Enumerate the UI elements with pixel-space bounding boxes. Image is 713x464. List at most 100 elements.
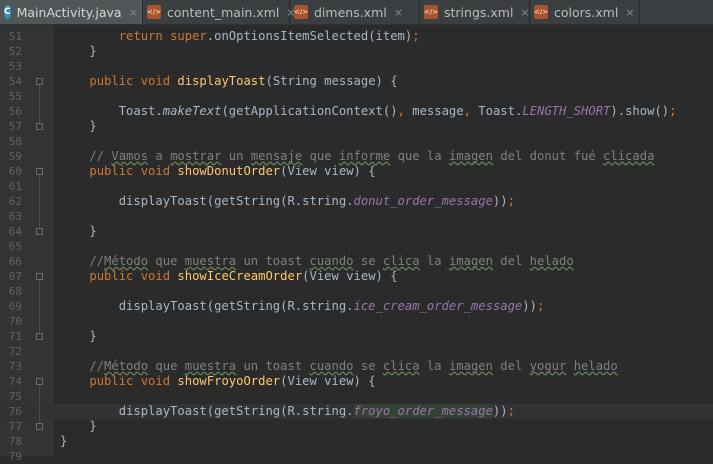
code-token: ; (669, 104, 677, 118)
fold-marker-icon[interactable] (36, 123, 43, 130)
code-line[interactable]: 62 displayToast(getString(R.string.donut… (0, 194, 713, 209)
code-token: showIceCreamOrder (177, 269, 303, 283)
tab-colors-xml[interactable]: </> colors.xml × (530, 0, 640, 24)
code-line[interactable]: 77 } (0, 419, 713, 434)
tab-mainactivity-java[interactable]: C MainActivity.java × (0, 0, 143, 24)
code-line[interactable]: 61 (0, 179, 713, 194)
code-editor[interactable]: 51 return super.onOptionsItemSelected(it… (0, 25, 713, 463)
code-line[interactable]: 53 (0, 59, 713, 74)
close-tab-icon[interactable]: × (129, 6, 138, 19)
code-line[interactable]: 60 public void showDonutOrder(View view)… (0, 164, 713, 179)
tab-label: colors.xml (554, 4, 619, 20)
code-token: , (397, 104, 413, 118)
code-token: imagen (448, 254, 493, 268)
code-token: del (492, 254, 530, 268)
fold-marker-icon[interactable] (36, 168, 43, 175)
code-line[interactable]: 64 } (0, 224, 713, 239)
fold-marker-icon[interactable] (36, 378, 43, 385)
line-number: 73 (8, 360, 22, 373)
fold-marker-icon[interactable] (36, 228, 43, 235)
code-token: displayToast(getString(R.string. (60, 194, 354, 208)
code-line[interactable]: 67 public void showIceCreamOrder(View vi… (0, 269, 713, 284)
code-line[interactable]: 51 return super.onOptionsItemSelected(it… (0, 29, 713, 44)
code-token: } (60, 119, 97, 133)
editor-tab-bar: C MainActivity.java × </> content_main.xml × <… (0, 0, 713, 25)
code-line[interactable]: 68 (0, 284, 713, 299)
code-line[interactable]: 71 } (0, 329, 713, 344)
line-number: 63 (8, 210, 22, 223)
line-number: 76 (8, 405, 22, 418)
fold-guide-line (39, 280, 40, 333)
code-text: public void showIceCreamOrder(View view)… (60, 269, 398, 284)
code-token: que la (390, 149, 449, 163)
code-token: imagen (448, 149, 493, 163)
code-line[interactable]: 66 //Método que muestra un toast cuando … (0, 254, 713, 269)
code-line[interactable]: 63 (0, 209, 713, 224)
code-token: ice_cream_order_message (353, 299, 523, 313)
code-text: public void showDonutOrder(View view) { (60, 164, 376, 179)
code-token: showFroyoOrder (177, 374, 281, 388)
code-line[interactable]: 73 //Método que muestra un toast cuando … (0, 359, 713, 374)
code-text: } (60, 119, 97, 134)
tab-dimens-xml[interactable]: </> dimens.xml × (290, 0, 420, 24)
code-token: super (170, 29, 207, 43)
code-token: la (419, 359, 449, 373)
code-line[interactable]: 55 (0, 89, 713, 104)
code-token: // (60, 359, 105, 373)
close-tab-icon[interactable]: × (625, 6, 634, 19)
code-token: cuando (309, 359, 354, 373)
line-number: 69 (8, 300, 22, 313)
code-line[interactable]: 59 // Vamos a mostrar un mensaje que inf… (0, 149, 713, 164)
line-number: 72 (8, 345, 22, 358)
code-token: froyo_order_message (353, 404, 493, 418)
fold-marker-icon[interactable] (36, 273, 43, 280)
line-number: 51 (8, 30, 22, 43)
line-number: 78 (8, 435, 22, 448)
close-tab-icon[interactable]: × (520, 6, 529, 19)
fold-guide-line (39, 385, 40, 423)
code-line[interactable]: 54 public void displayToast(String messa… (0, 74, 713, 89)
code-line[interactable]: 78} (0, 434, 713, 449)
code-line[interactable]: 69 displayToast(getString(R.string.ice_c… (0, 299, 713, 314)
code-line[interactable]: 72 (0, 344, 713, 359)
fold-guide-line (39, 85, 40, 123)
code-line[interactable]: 76 displayToast(getString(R.string.froyo… (0, 404, 713, 419)
code-token: displayToast(getString(R.string. (60, 404, 354, 418)
code-token: // (60, 149, 112, 163)
line-number: 57 (8, 120, 22, 133)
code-token: (View view) { (280, 164, 376, 178)
code-token: ; (507, 194, 515, 208)
tab-content-main-xml[interactable]: </> content_main.xml × (143, 0, 296, 24)
code-line[interactable]: 57 } (0, 119, 713, 134)
code-line[interactable]: 70 (0, 314, 713, 329)
code-token: (View view) { (302, 269, 398, 283)
tab-label: content_main.xml (167, 4, 280, 20)
code-line[interactable]: 58 (0, 134, 713, 149)
code-token: cuando (309, 254, 354, 268)
close-tab-icon[interactable]: × (394, 6, 403, 19)
code-line[interactable]: 56 Toast.makeText(getApplicationContext(… (0, 104, 713, 119)
code-token: ).show() (610, 104, 670, 118)
line-number: 65 (8, 240, 22, 253)
code-token: Método (104, 359, 149, 373)
fold-marker-icon[interactable] (36, 423, 43, 430)
code-line[interactable]: 75 (0, 389, 713, 404)
tab-strings-xml[interactable]: </> strings.xml × (420, 0, 530, 24)
code-token: se (353, 254, 383, 268)
line-number: 61 (8, 180, 22, 193)
code-token: } (60, 44, 97, 58)
code-line[interactable]: 79 (0, 449, 713, 464)
code-line[interactable]: 74 public void showFroyoOrder(View view)… (0, 374, 713, 389)
fold-marker-icon[interactable] (36, 78, 43, 85)
code-line[interactable]: 65 (0, 239, 713, 254)
code-line[interactable]: 52 } (0, 44, 713, 59)
code-token: a (148, 149, 171, 163)
fold-marker-icon[interactable] (36, 333, 43, 340)
code-text: displayToast(getString(R.string.froyo_or… (60, 404, 515, 419)
code-token: public void (89, 269, 178, 283)
line-number: 68 (8, 285, 22, 298)
